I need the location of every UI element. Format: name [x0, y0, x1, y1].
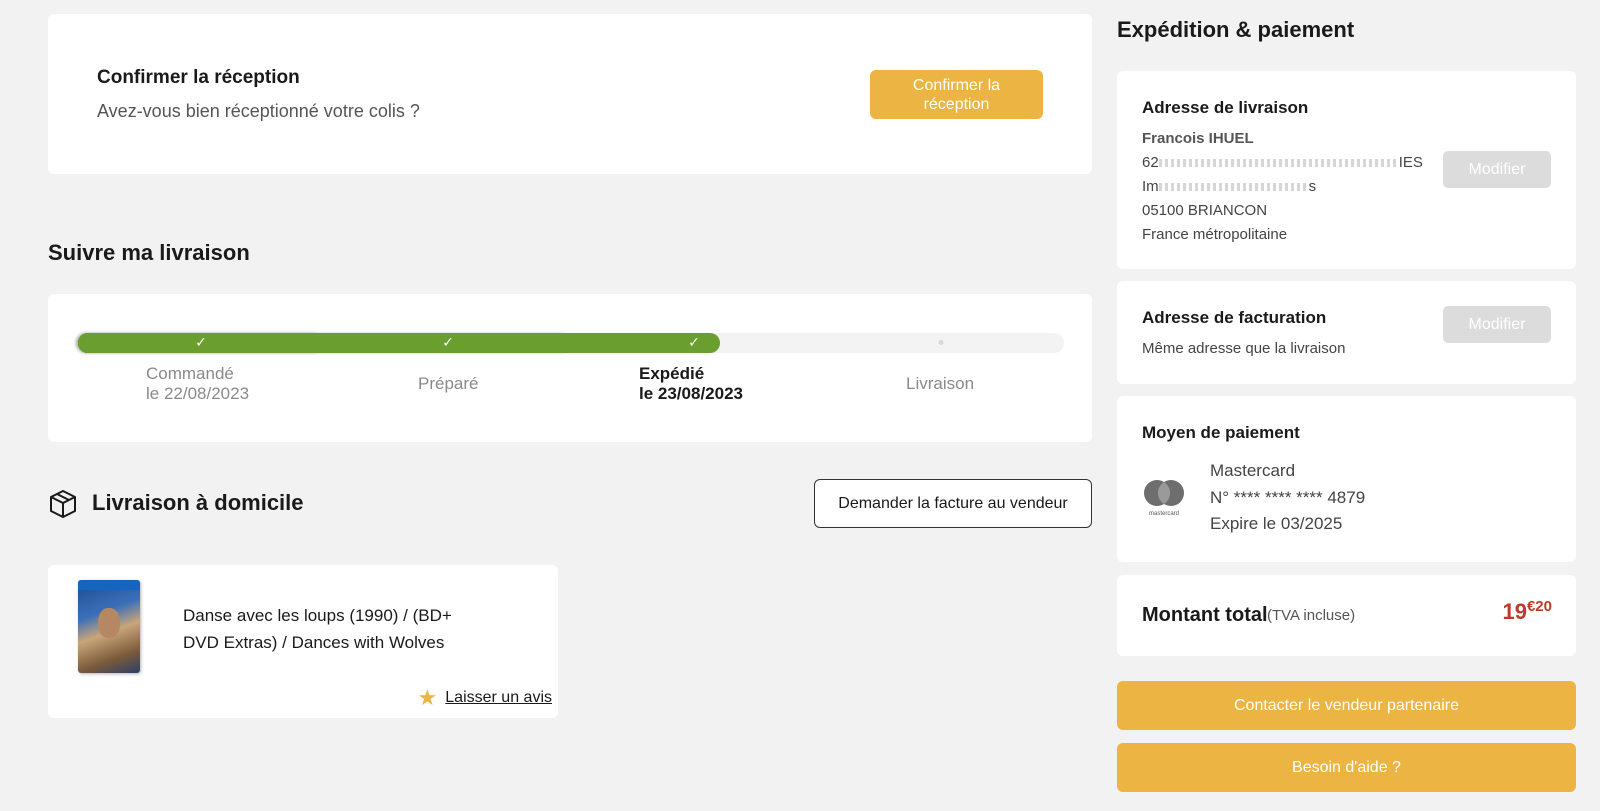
delivery-address-title: Adresse de livraison [1142, 98, 1309, 117]
recipient-name: Francois IHUEL [1142, 130, 1254, 147]
confirm-reception-button[interactable]: Confirmer la réception [870, 70, 1043, 119]
address-line2: Im s [1142, 178, 1317, 195]
confirm-title: Confirmer la réception [97, 67, 300, 88]
payment-method-title: Moyen de paiement [1142, 423, 1300, 442]
contact-seller-button[interactable]: Contacter le vendeur partenaire [1117, 681, 1576, 730]
progress-track: ✓ ✓ ✓ [78, 333, 1064, 353]
modify-billing-address-button[interactable]: Modifier [1443, 306, 1551, 343]
payment-details: Mastercard N° **** **** **** 4879 Expire… [1210, 458, 1365, 538]
total-label: Montant total [1142, 604, 1268, 626]
address-city: 05100 BRIANCON [1142, 202, 1268, 219]
card-expiry: Expire le 03/2025 [1210, 514, 1343, 533]
request-invoice-button[interactable]: Demander la facture au vendeur [814, 479, 1092, 528]
tracking-title: Suivre ma livraison [48, 240, 250, 265]
leave-review-link[interactable]: Laisser un avis [445, 689, 552, 707]
tracking-card: ✓ ✓ ✓ Commandé le 22/08/2023 Préparé Exp… [48, 294, 1092, 442]
card-brand: Mastercard [1210, 461, 1296, 480]
shipping-payment-title: Expédition & paiement [1117, 17, 1355, 42]
card-number: N° **** **** **** 4879 [1210, 487, 1366, 507]
billing-address-card: Adresse de facturation Même adresse que … [1117, 281, 1576, 384]
step-ordered: Commandé le 22/08/2023 [146, 364, 250, 403]
home-delivery-title: Livraison à domicile [92, 490, 304, 515]
check-icon: ✓ [688, 334, 700, 350]
delivery-address-lines: Francois IHUEL 62 IES Im s 05100 BRIANCON … [1142, 127, 1423, 247]
leave-review[interactable]: ★ Laisser un avis [417, 685, 552, 710]
check-icon: ✓ [195, 334, 207, 350]
pending-dot-icon [938, 340, 944, 345]
product-image[interactable] [78, 580, 140, 673]
product-name[interactable]: Danse avec les loups (1990) / (BD+ DVD E… [183, 602, 483, 656]
step-delivery: Livraison [906, 374, 975, 393]
check-icon: ✓ [442, 334, 454, 350]
address-country: France métropolitaine [1142, 226, 1288, 243]
billing-address-title: Adresse de facturation [1142, 308, 1327, 327]
step-shipped: Expédié le 23/08/2023 [639, 364, 743, 403]
step-prepared: Préparé [418, 374, 479, 393]
confirm-subtitle: Avez-vous bien réceptionné votre colis ? [97, 101, 420, 121]
star-icon: ★ [417, 685, 438, 710]
help-button[interactable]: Besoin d'aide ? [1117, 743, 1576, 792]
mastercard-logo-text: mastercard [1149, 511, 1179, 517]
product-card: Danse avec les loups (1990) / (BD+ DVD E… [48, 565, 558, 718]
total-price: 19€20 [1502, 598, 1552, 624]
total-amount-card: Montant total (TVA incluse) 19€20 [1117, 575, 1576, 656]
payment-method-card: Moyen de paiement mastercard Mastercard … [1117, 396, 1576, 562]
modify-delivery-address-button[interactable]: Modifier [1443, 151, 1551, 188]
total-vat-note: (TVA incluse) [1267, 607, 1356, 624]
confirm-reception-card: Confirmer la réception Avez-vous bien ré… [48, 14, 1092, 174]
billing-address-subtitle: Même adresse que la livraison [1142, 340, 1346, 357]
delivery-address-card: Adresse de livraison Francois IHUEL 62 IE… [1117, 71, 1576, 269]
address-line1: 62 IES [1142, 154, 1423, 171]
mastercard-icon: mastercard [1144, 480, 1184, 517]
package-icon [50, 490, 76, 518]
